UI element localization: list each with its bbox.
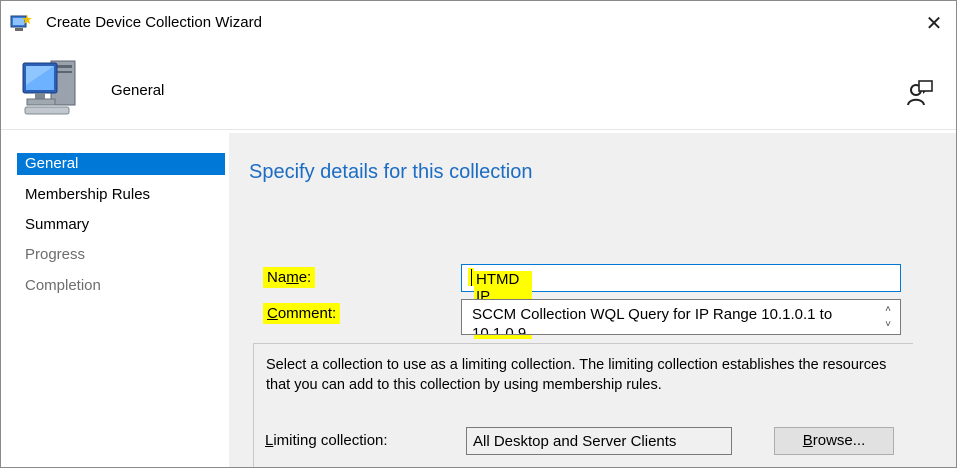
- group-border-left: [253, 343, 254, 467]
- comment-scrollbar[interactable]: ˄ ˅: [880, 302, 896, 332]
- limiting-description: Select a collection to use as a limiting…: [266, 357, 887, 393]
- window-title: Create Device Collection Wizard: [46, 14, 262, 31]
- comment-value: SCCM Collection WQL Query for IP Range 1…: [472, 306, 833, 335]
- nav-item-general[interactable]: General: [17, 153, 225, 175]
- computer-icon: [22, 60, 76, 115]
- section-heading: Specify details for this collection: [249, 161, 533, 183]
- close-button[interactable]: ✕: [914, 7, 954, 39]
- group-divider: [253, 343, 913, 344]
- nav-item-membership-rules[interactable]: Membership Rules: [17, 184, 150, 206]
- text-cursor: [471, 268, 472, 286]
- close-icon: ✕: [925, 12, 943, 35]
- nav-item-completion: Completion: [25, 277, 101, 294]
- wizard-content: Specify details for this collection Name…: [229, 133, 956, 467]
- limiting-collection-label: Limiting collection:: [265, 432, 388, 449]
- comment-textarea[interactable]: SCCM Collection WQL Query for IP Range 1…: [461, 299, 901, 335]
- limiting-label-text: imiting collection:: [273, 432, 388, 449]
- name-label-accesskey: m: [286, 269, 299, 286]
- name-input[interactable]: HTMD IP Range 10.1.0.1: [461, 264, 901, 339]
- scroll-up-icon[interactable]: ˄: [880, 302, 896, 317]
- page-title: General: [111, 82, 165, 99]
- scroll-down-icon[interactable]: ˅: [880, 317, 896, 332]
- browse-button[interactable]: Browse...: [774, 427, 894, 455]
- comment-label-text: omment:: [277, 305, 337, 322]
- name-label-text-pre: Na: [267, 269, 287, 286]
- browse-label: rowse...: [812, 432, 866, 449]
- title-bar: Create Device Collection Wizard ✕: [1, 1, 956, 45]
- browse-accesskey: B: [802, 432, 813, 449]
- wizard-window: Create Device Collection Wizard ✕ Genera…: [0, 0, 957, 468]
- comment-label: Comment:: [263, 303, 341, 324]
- wizard-icon: [10, 14, 32, 31]
- limiting-collection-field: All Desktop and Server Clients: [466, 427, 732, 455]
- nav-item-summary[interactable]: Summary: [17, 214, 89, 236]
- wizard-header: General: [1, 45, 956, 125]
- name-label: Name:: [263, 267, 316, 288]
- nav-item-progress: Progress: [25, 246, 86, 263]
- help-person-icon[interactable]: [906, 79, 934, 107]
- name-label-text-post: e:: [298, 269, 312, 286]
- comment-label-accesskey: C: [267, 305, 278, 322]
- wizard-nav: General Membership Rules Summary Progres…: [1, 133, 227, 467]
- header-divider: [1, 129, 956, 130]
